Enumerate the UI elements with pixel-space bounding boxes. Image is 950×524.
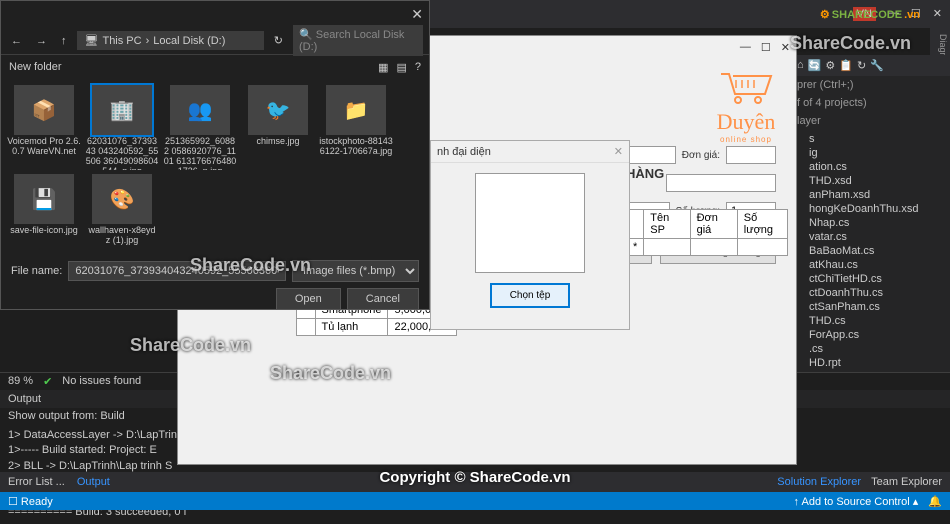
solution-count: f of 4 projects) — [791, 94, 950, 112]
dialog-search[interactable]: 🔍 Search Local Disk (D:) — [293, 25, 423, 56]
output-from-label: Show output from: — [8, 410, 97, 422]
app-close-icon[interactable]: ✕ — [781, 41, 790, 54]
new-folder-button[interactable]: New folder — [9, 61, 62, 73]
solution-file[interactable]: THD.xsd — [791, 174, 950, 188]
filename-label: File name: — [11, 265, 62, 277]
breadcrumb[interactable]: 🖥 This PC › Local Disk (D:) — [77, 31, 264, 50]
view2-icon[interactable]: ▤ — [396, 61, 406, 74]
avatar-modal: nh đại diện ✕ Chọn tệp — [430, 140, 630, 330]
status-ready: ☐ Ready — [8, 495, 53, 508]
zoom-level: 89 % — [8, 375, 33, 388]
file-item[interactable]: 🐦chimse.jpg — [241, 85, 315, 170]
file-item[interactable]: 💾save-file-icon.jpg — [7, 174, 81, 246]
sharecode-brand: ⚙SHARECODE.vn — [820, 8, 920, 21]
modal-title: nh đại diện — [437, 146, 491, 158]
file-item[interactable]: 👥251365992_60882 0586920776_1101 6131766… — [163, 85, 237, 170]
dialog-close-icon[interactable]: ✕ — [411, 6, 423, 23]
solution-toolbar[interactable]: ⌂🔄⚙📋↻🔧 — [791, 55, 950, 76]
price-input[interactable] — [726, 146, 776, 164]
filter-select[interactable]: Image files (*.bmp) — [292, 260, 419, 282]
solution-file[interactable]: Nhap.cs — [791, 216, 950, 230]
nav-back-icon[interactable]: ← — [7, 33, 26, 49]
solution-layer: layer — [791, 112, 950, 130]
dialog-cancel-button[interactable]: Cancel — [347, 288, 419, 310]
notification-icon[interactable]: 🔔 — [928, 495, 942, 508]
solution-file[interactable]: atKhau.cs — [791, 258, 950, 272]
image-preview — [475, 173, 585, 273]
section-cart: HÀNG — [626, 166, 788, 181]
solution-file[interactable]: ig — [791, 146, 950, 160]
app-maximize-icon[interactable]: ☐ — [761, 41, 771, 54]
solution-file[interactable]: hongKeDoanhThu.xsd — [791, 202, 950, 216]
cart-table[interactable]: Tên SPĐơn giáSố lượng * — [626, 209, 788, 256]
app-logo: Duyên online shop — [716, 66, 776, 144]
view-icon[interactable]: ▦ — [378, 61, 388, 74]
file-item[interactable]: 🏢62031076_3739343 043240592_55506 360490… — [85, 85, 159, 170]
watermark: ShareCode.vn — [790, 33, 911, 54]
close-icon[interactable]: ✕ — [933, 7, 942, 21]
help-icon[interactable]: ? — [415, 61, 421, 74]
solution-search[interactable]: prer (Ctrl+;) — [791, 76, 950, 94]
filename-input[interactable] — [68, 261, 286, 281]
solution-file[interactable]: .cs — [791, 342, 950, 356]
issues-status: No issues found — [62, 375, 141, 388]
solution-file[interactable]: vatar.cs — [791, 230, 950, 244]
solution-file[interactable]: HD.rpt — [791, 356, 950, 370]
nav-up-icon[interactable]: ↑ — [57, 33, 71, 49]
modal-close-icon[interactable]: ✕ — [614, 145, 623, 158]
solution-file[interactable]: ctDoanhThu.cs — [791, 286, 950, 300]
choose-file-button[interactable]: Chọn tệp — [490, 283, 571, 308]
solution-file[interactable]: BaBaoMat.cs — [791, 244, 950, 258]
file-item[interactable]: 🎨wallhaven-x8eyd z (1).jpg — [85, 174, 159, 246]
solution-file[interactable]: ctChiTietHD.cs — [791, 272, 950, 286]
solution-file[interactable]: ctSanPham.cs — [791, 300, 950, 314]
solution-file[interactable]: ForApp.cs — [791, 328, 950, 342]
solution-file[interactable]: THD.cs — [791, 314, 950, 328]
add-source-control[interactable]: ↑ Add to Source Control ▴ — [794, 495, 919, 508]
solution-file[interactable]: s — [791, 132, 950, 146]
solution-file[interactable]: anPham.xsd — [791, 188, 950, 202]
file-item[interactable]: 📁istockphoto-88143 6122-170667a.jpg — [319, 85, 393, 170]
copyright: Copyright © ShareCode.vn — [0, 469, 950, 486]
app-minimize-icon[interactable]: — — [740, 41, 751, 53]
file-item[interactable]: 📦Voicemod Pro 2.6.0.7 WareVN.net — [7, 85, 81, 170]
table-row[interactable]: * — [627, 239, 788, 256]
file-dialog: ✕ ← → ↑ 🖥 This PC › Local Disk (D:) ↻ 🔍 … — [0, 0, 430, 310]
refresh-icon[interactable]: ↻ — [270, 32, 287, 49]
nav-fwd-icon[interactable]: → — [32, 33, 51, 49]
open-button[interactable]: Open — [276, 288, 341, 310]
output-source[interactable]: Build — [100, 410, 124, 422]
solution-file[interactable]: ation.cs — [791, 160, 950, 174]
